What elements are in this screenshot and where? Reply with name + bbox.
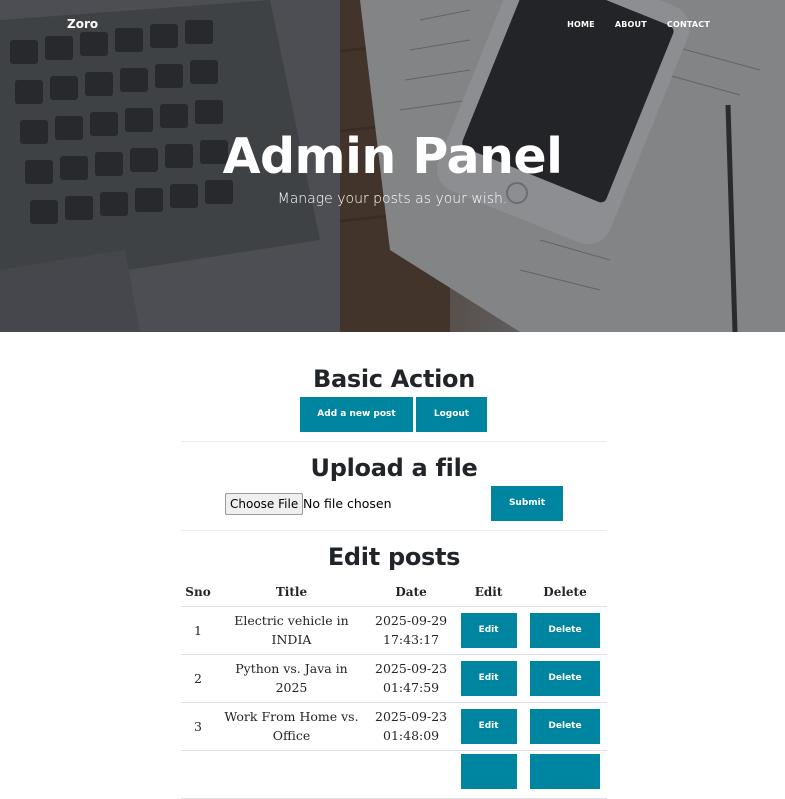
navbar: Zoro HOME ABOUT CONTACT (0, 0, 785, 50)
cell-title: Work From Home vs. Office (215, 702, 368, 751)
cell-date (367, 750, 455, 799)
posts-table: Sno Title Date Edit Delete 1 Electric ve… (181, 578, 607, 799)
nav-link-about[interactable]: ABOUT (615, 20, 647, 29)
divider (181, 441, 607, 442)
title-line: INDIA (271, 632, 312, 647)
basic-action-buttons: Add a new post Logout (181, 397, 607, 433)
title-line: 2025 (275, 680, 308, 695)
cell-title: Python vs. Java in 2025 (215, 654, 368, 703)
cell-delete (523, 750, 607, 799)
column-header-date: Date (367, 578, 455, 607)
cell-date: 2025-09-23 01:48:09 (367, 702, 455, 751)
page-subtitle: Manage your posts as your wish. (277, 191, 508, 207)
nav-links: HOME ABOUT CONTACT (547, 20, 710, 29)
cell-sno (181, 750, 215, 799)
cell-title: Electric vehicle in INDIA (215, 606, 368, 655)
cell-sno: 1 (181, 606, 215, 655)
submit-button[interactable]: Submit (491, 486, 563, 521)
delete-button[interactable]: Delete (530, 708, 601, 744)
upload-form: Choose File No file chosen Submit (181, 486, 607, 522)
table-row: 1 Electric vehicle in INDIA 2025-09-29 17:… (181, 606, 607, 655)
cell-edit (454, 750, 524, 799)
add-post-button[interactable]: Add a new post (300, 397, 413, 432)
hero-header: Zoro HOME ABOUT CONTACT Admin Panel Mana… (0, 0, 785, 332)
file-status: No file chosen (303, 496, 392, 511)
brand-logo[interactable]: Zoro (67, 17, 98, 31)
title-line: Work From Home vs. (224, 709, 359, 724)
logout-button[interactable]: Logout (416, 397, 487, 432)
column-header-delete: Delete (523, 578, 607, 607)
cell-delete: Delete (523, 702, 607, 751)
cell-date: 2025-09-29 17:43:17 (367, 606, 455, 655)
date-line: 2025-09-23 (375, 709, 448, 724)
cell-edit: Edit (454, 702, 524, 751)
choose-file-button[interactable]: Choose File (225, 493, 304, 515)
delete-button[interactable] (530, 754, 601, 789)
date-line: 2025-09-23 (375, 661, 448, 676)
basic-action-heading: Basic Action (312, 365, 476, 393)
cell-delete: Delete (523, 606, 607, 655)
cell-edit: Edit (454, 654, 524, 703)
cell-title (215, 750, 368, 799)
nav-link-home[interactable]: HOME (567, 20, 595, 29)
title-line: Electric vehicle in (234, 613, 349, 628)
edit-button[interactable]: Edit (460, 612, 517, 648)
edit-posts-heading: Edit posts (327, 543, 461, 571)
table-row: 3 Work From Home vs. Office 2025-09-23 01:… (181, 702, 607, 751)
upload-heading: Upload a file (310, 454, 478, 482)
table-header-row: Sno Title Date Edit Delete (181, 578, 607, 607)
cell-date: 2025-09-23 01:47:59 (367, 654, 455, 703)
cell-delete: Delete (523, 654, 607, 703)
edit-button[interactable]: Edit (460, 660, 517, 696)
delete-button[interactable]: Delete (530, 660, 601, 696)
page-title: Admin Panel (222, 128, 563, 185)
column-header-sno: Sno (181, 578, 215, 607)
edit-button[interactable]: Edit (460, 708, 517, 744)
column-header-edit: Edit (454, 578, 524, 607)
divider (181, 530, 607, 531)
table-row: 2 Python vs. Java in 2025 2025-09-23 01:47… (181, 654, 607, 703)
cell-sno: 3 (181, 702, 215, 751)
time-line: 17:43:17 (383, 632, 440, 647)
cell-sno: 2 (181, 654, 215, 703)
delete-button[interactable]: Delete (530, 612, 601, 648)
column-header-title: Title (215, 578, 368, 607)
date-line: 2025-09-29 (375, 613, 448, 628)
table-row (181, 750, 607, 799)
nav-link-contact[interactable]: CONTACT (667, 20, 710, 29)
title-line: Office (272, 728, 311, 743)
edit-button[interactable] (460, 754, 517, 789)
time-line: 01:47:59 (383, 680, 440, 695)
title-line: Python vs. Java in (235, 661, 348, 676)
time-line: 01:48:09 (383, 728, 440, 743)
cell-edit: Edit (454, 606, 524, 655)
